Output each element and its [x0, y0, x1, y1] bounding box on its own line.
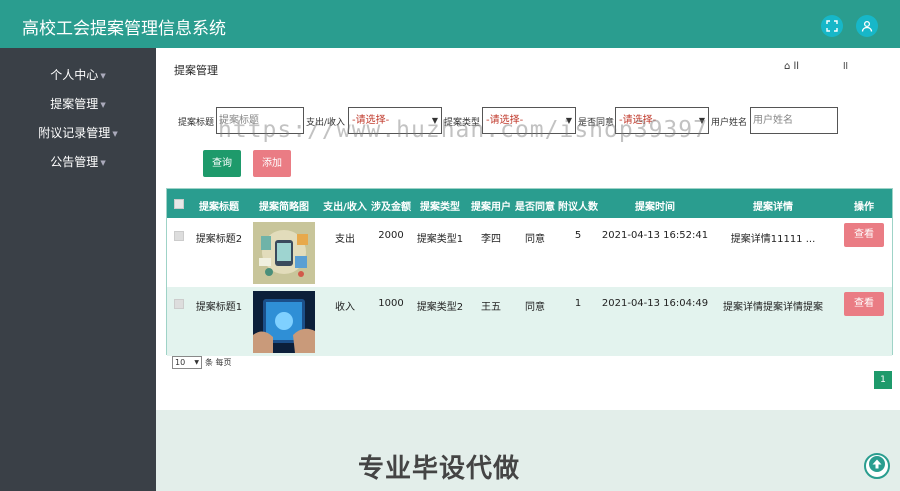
proposal-thumbnail: [253, 222, 315, 284]
cell-count: 5: [574, 230, 582, 241]
page-size-value: 10: [175, 358, 186, 367]
cell-time: 2021-04-13 16:52:41: [601, 230, 709, 241]
cell-user: 李四: [481, 234, 501, 245]
user-search-input[interactable]: 用户姓名: [750, 107, 838, 134]
col-header: 支出/收入: [323, 202, 367, 213]
cell-amount: 1000: [378, 298, 404, 309]
sidebar-item-label: 个人中心: [50, 68, 99, 82]
query-button[interactable]: 查询: [203, 150, 241, 177]
select-all-checkbox[interactable]: [174, 199, 184, 209]
chevron-down-icon: ▼: [100, 101, 106, 109]
add-button[interactable]: 添加: [253, 150, 291, 177]
filter-title-label: 提案标题: [178, 118, 215, 128]
cell-title: 提案标题1: [195, 302, 243, 313]
sidebar-item-label: 附议记录管理: [38, 126, 111, 140]
proposal-thumbnail: [253, 291, 315, 353]
cell-count: 1: [574, 298, 582, 309]
footer-text: 专业毕设代做: [358, 454, 521, 484]
cell-amount: 2000: [378, 230, 404, 241]
breadcrumb-current: ll: [843, 62, 849, 72]
chevron-down-icon: ▼: [112, 130, 118, 138]
top-bar: 高校工会提案管理信息系统: [0, 0, 900, 48]
col-header: 提案类型: [420, 202, 460, 213]
fullscreen-button[interactable]: [821, 15, 843, 37]
col-header: 提案用户: [471, 202, 511, 213]
user-icon: [861, 17, 873, 36]
col-header: 提案简略图: [259, 202, 309, 213]
cell-io: 支出: [335, 234, 355, 245]
watermark: https://www.huzhan.com/ishop39397: [218, 117, 708, 143]
proposal-table: 提案标题 提案简略图 支出/收入 涉及金额 提案类型 提案用户 是否同意 附议人…: [166, 188, 893, 356]
user-button[interactable]: [856, 15, 878, 37]
sidebar-item-label: 公告管理: [50, 155, 99, 169]
cell-agree: 同意: [525, 234, 545, 245]
col-header: 提案标题: [199, 202, 239, 213]
col-header: 是否同意: [515, 202, 555, 213]
sidebar-item-personal-center[interactable]: 个人中心 ▼: [0, 64, 156, 86]
cell-category: 提案类型2: [416, 302, 464, 313]
breadcrumb-home[interactable]: ⌂ ll: [784, 61, 799, 72]
sidebar-item-announcements[interactable]: 公告管理 ▼: [0, 151, 156, 173]
footer: 专业毕设代做: [156, 410, 900, 491]
back-to-top-button[interactable]: [864, 453, 890, 479]
chevron-down-icon: ▼: [194, 359, 199, 366]
chevron-down-icon: ▼: [100, 72, 106, 80]
filter-user-label: 用户姓名: [711, 118, 748, 128]
page-title: 提案管理: [174, 64, 218, 77]
cell-detail: 提案详情11111 ...: [730, 234, 816, 245]
col-header: 提案时间: [635, 202, 675, 213]
page-size-select[interactable]: 10 ▼: [172, 356, 202, 369]
cell-agree: 同意: [525, 302, 545, 313]
main-content: 提案管理 ⌂ ll ll 提案标题 提案标题 支出/收入 -请选择- ▼ 提案类型…: [156, 48, 900, 410]
view-button[interactable]: 查看: [844, 223, 884, 247]
sidebar-item-proposal-management[interactable]: 提案管理 ▼: [0, 93, 156, 115]
table-row: 提案标题1 收入 1000 提案类型2 王五 同意 1 2021-04-13 1…: [167, 287, 892, 356]
sidebar-item-label: 提案管理: [50, 97, 99, 111]
sidebar: 个人中心 ▼ 提案管理 ▼ 附议记录管理 ▼ 公告管理 ▼: [0, 48, 156, 491]
cell-title: 提案标题2: [195, 234, 243, 245]
chevron-down-icon: ▼: [100, 159, 106, 167]
sidebar-item-seconding-records[interactable]: 附议记录管理 ▼: [0, 122, 156, 144]
table-header: 提案标题 提案简略图 支出/收入 涉及金额 提案类型 提案用户 是否同意 附议人…: [167, 189, 892, 218]
cell-io: 收入: [335, 302, 355, 313]
expand-icon: [826, 17, 838, 36]
cell-user: 王五: [481, 302, 501, 313]
col-header: 提案详情: [753, 202, 793, 213]
table-row: 提案标题2 支出 2000 提案类型1 李四 同意 5 2021-04-13 1…: [167, 218, 892, 287]
col-header: 操作: [854, 202, 874, 213]
row-checkbox[interactable]: [174, 231, 184, 241]
row-checkbox[interactable]: [174, 299, 184, 309]
arrow-up-icon: [869, 456, 885, 476]
per-page-label: 条 每页: [205, 358, 232, 367]
page-number-button[interactable]: 1: [874, 371, 892, 389]
cell-detail: 提案详情提案详情提案: [723, 302, 823, 313]
cell-category: 提案类型1: [416, 234, 464, 245]
col-header: 涉及金额: [371, 202, 411, 213]
cell-time: 2021-04-13 16:04:49: [601, 298, 709, 309]
view-button[interactable]: 查看: [844, 292, 884, 316]
col-header: 附议人数: [558, 202, 598, 213]
app-title: 高校工会提案管理信息系统: [22, 19, 226, 39]
